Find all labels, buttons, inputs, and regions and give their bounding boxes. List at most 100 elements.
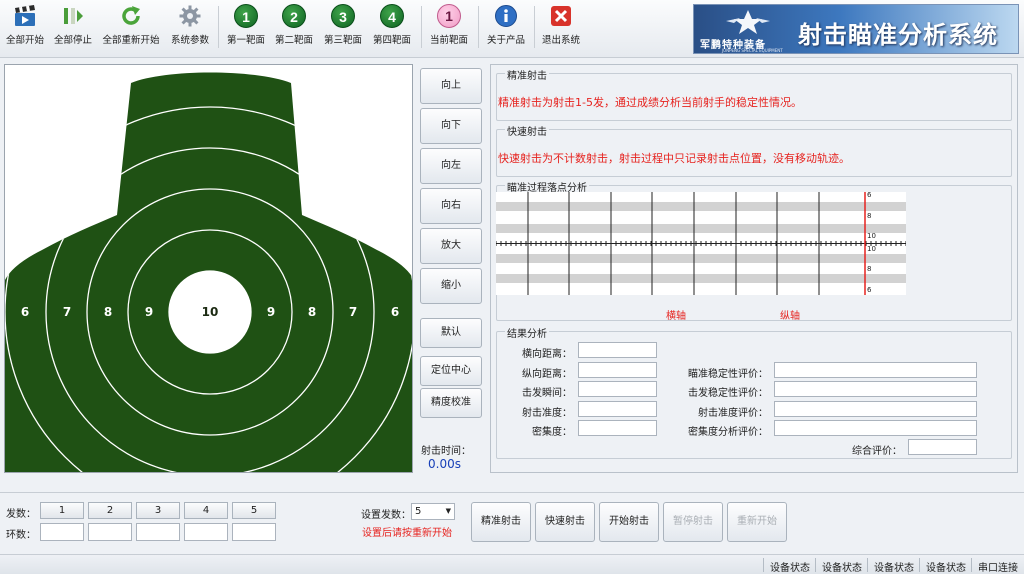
vertical-distance-field[interactable] bbox=[578, 362, 657, 378]
stop-icon bbox=[64, 8, 83, 24]
zoom-in-button[interactable]: 放大 bbox=[420, 228, 482, 264]
locate-center-button[interactable]: 定位中心 bbox=[420, 356, 482, 386]
precision-shoot-button[interactable]: 精准射击 bbox=[471, 502, 531, 542]
ring-score-field[interactable] bbox=[184, 523, 228, 541]
trigger-stability-field[interactable] bbox=[774, 381, 977, 397]
number-three-icon: 3 bbox=[331, 4, 355, 28]
accuracy-field[interactable] bbox=[578, 401, 657, 417]
brand-banner: 军鹏特种装备 JUNPENG SPECIAL EQUIPMENT 射击瞄准分析系… bbox=[693, 4, 1019, 54]
ring-label: 8 bbox=[307, 305, 317, 319]
shot-number: 1 bbox=[40, 502, 84, 519]
rapid-shoot-button[interactable]: 快速射击 bbox=[535, 502, 595, 542]
shot-number: 3 bbox=[136, 502, 180, 519]
ring-score-field[interactable] bbox=[136, 523, 180, 541]
rings-label: 环数： bbox=[6, 530, 36, 541]
shot-time-label: 射击时间： bbox=[421, 446, 471, 457]
density-field[interactable] bbox=[578, 420, 657, 436]
aim-stability-field[interactable] bbox=[774, 362, 977, 378]
info-icon bbox=[495, 5, 517, 27]
ring-label-center: 10 bbox=[201, 305, 219, 319]
stop-all-button[interactable]: 全部停止 bbox=[52, 2, 94, 54]
scale-label: 8 bbox=[867, 212, 872, 220]
start-shoot-button[interactable]: 开始射击 bbox=[599, 502, 659, 542]
target-face-2-button[interactable]: 2 第二靶面 bbox=[272, 2, 316, 54]
exit-button[interactable]: 退出系统 bbox=[539, 2, 583, 54]
toolbar-separator bbox=[218, 6, 219, 48]
ring-label: 8 bbox=[103, 305, 113, 319]
move-right-button[interactable]: 向右 bbox=[420, 188, 482, 224]
zoom-out-button[interactable]: 缩小 bbox=[420, 268, 482, 304]
current-target-face-button[interactable]: 1 当前靶面 bbox=[427, 2, 471, 54]
system-params-button[interactable]: 系统参数 bbox=[168, 2, 212, 54]
device-status: 设备状态 bbox=[874, 563, 914, 574]
number-two-icon: 2 bbox=[282, 4, 306, 28]
status-separator bbox=[815, 558, 816, 572]
set-count-label: 设置发数： bbox=[361, 510, 411, 521]
results-title: 结果分析 bbox=[505, 325, 549, 340]
aim-stability-label: 瞄准稳定性评价： bbox=[688, 369, 768, 380]
density-eval-field[interactable] bbox=[774, 420, 977, 436]
main-toolbar: 全部开始 全部停止 全部重新开始 系统参数 1 第一靶面 2 第二靶面 3 第三… bbox=[0, 0, 1024, 58]
clapper-icon bbox=[15, 5, 35, 26]
gear-icon bbox=[179, 5, 201, 27]
status-separator bbox=[763, 558, 764, 572]
density-eval-label: 密集度分析评价： bbox=[688, 427, 768, 438]
density-label: 密集度： bbox=[532, 427, 572, 438]
move-up-button[interactable]: 向上 bbox=[420, 68, 482, 104]
ring-label: 6 bbox=[20, 305, 30, 319]
target-face-1-button[interactable]: 1 第一靶面 bbox=[224, 2, 268, 54]
silhouette-target bbox=[5, 72, 412, 472]
status-separator bbox=[971, 558, 972, 572]
ring-label: 9 bbox=[144, 305, 154, 319]
device-status: 设备状态 bbox=[770, 563, 810, 574]
ring-score-field[interactable] bbox=[88, 523, 132, 541]
ring-label: 9 bbox=[266, 305, 276, 319]
ring-label: 7 bbox=[62, 305, 72, 319]
pause-shoot-button[interactable]: 暂停射击 bbox=[663, 502, 723, 542]
trigger-moment-field[interactable] bbox=[578, 381, 657, 397]
ring-label: 7 bbox=[348, 305, 358, 319]
precision-title: 精准射击 bbox=[505, 67, 549, 82]
trigger-moment-label: 击发瞬间： bbox=[522, 388, 572, 399]
overall-eval-field[interactable] bbox=[908, 439, 977, 455]
vertical-distance-label: 纵向距离： bbox=[522, 369, 572, 380]
bottom-divider bbox=[0, 492, 1024, 493]
device-status: 设备状态 bbox=[822, 563, 862, 574]
chevron-down-icon: ▼ bbox=[445, 507, 451, 515]
refresh-icon bbox=[122, 6, 140, 25]
shot-number: 5 bbox=[232, 502, 276, 519]
current-target-icon: 1 bbox=[437, 4, 461, 28]
shot-number: 4 bbox=[184, 502, 228, 519]
set-count-hint: 设置后请按重新开始 bbox=[362, 528, 452, 539]
accuracy-eval-field[interactable] bbox=[774, 401, 977, 417]
status-separator bbox=[919, 558, 920, 572]
start-all-button[interactable]: 全部开始 bbox=[4, 2, 46, 54]
scale-label: 6 bbox=[867, 191, 872, 199]
trigger-stability-label: 击发稳定性评价： bbox=[688, 388, 768, 399]
target-view[interactable]: 6 7 8 9 10 9 8 7 6 bbox=[4, 64, 413, 473]
device-status: 设备状态 bbox=[926, 563, 966, 574]
exit-icon bbox=[551, 6, 571, 26]
eagle-logo-icon bbox=[726, 10, 770, 34]
precision-description: 精准射击为射击1-5发，通过成绩分析当前射手的稳定性情况。 bbox=[498, 96, 802, 109]
move-left-button[interactable]: 向左 bbox=[420, 148, 482, 184]
restart-button[interactable]: 重新开始 bbox=[727, 502, 787, 542]
set-count-select[interactable]: 5 ▼ bbox=[411, 503, 455, 520]
horizontal-distance-label: 横向距离： bbox=[522, 349, 572, 360]
restart-all-button[interactable]: 全部重新开始 bbox=[100, 2, 162, 54]
horizontal-distance-field[interactable] bbox=[578, 342, 657, 358]
scale-label: 10 bbox=[867, 245, 876, 253]
shot-time-value: 0.00s bbox=[428, 457, 461, 471]
move-down-button[interactable]: 向下 bbox=[420, 108, 482, 144]
default-view-button[interactable]: 默认 bbox=[420, 318, 482, 348]
ring-score-field[interactable] bbox=[40, 523, 84, 541]
about-button[interactable]: 关于产品 bbox=[484, 2, 528, 54]
ring-score-field[interactable] bbox=[232, 523, 276, 541]
target-face-4-button[interactable]: 4 第四靶面 bbox=[370, 2, 414, 54]
shots-label: 发数： bbox=[6, 509, 36, 520]
target-face-3-button[interactable]: 3 第三靶面 bbox=[321, 2, 365, 54]
accuracy-label: 射击准度： bbox=[522, 408, 572, 419]
serial-connection-status: 串口连接 bbox=[978, 563, 1018, 574]
aim-chart-canvas bbox=[495, 192, 907, 295]
calibrate-button[interactable]: 精度校准 bbox=[420, 388, 482, 418]
